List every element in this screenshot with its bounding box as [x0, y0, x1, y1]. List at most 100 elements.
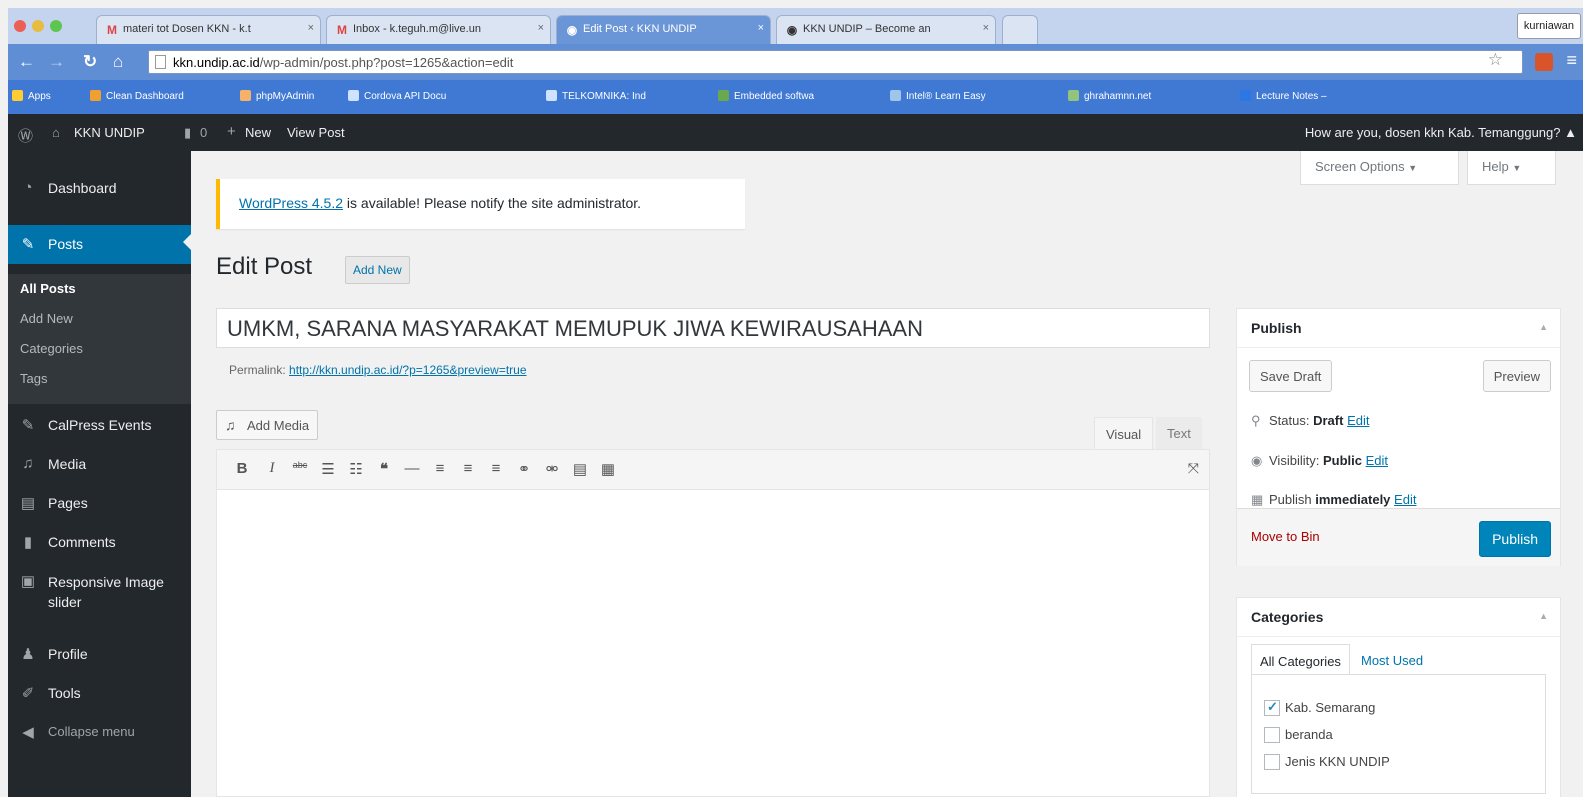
eye-icon: ◉ — [1251, 453, 1263, 468]
bookmark-telkomnika[interactable]: TELKOMNIKA: Ind — [546, 90, 646, 102]
unlink-icon[interactable]: ⚮ — [542, 460, 562, 478]
sidebar-item-comments[interactable]: ▮ Comments — [8, 525, 191, 559]
browser-menu-icon[interactable]: ≡ — [1566, 50, 1577, 71]
close-tab-icon[interactable]: × — [983, 22, 989, 34]
tab-most-used[interactable]: Most Used — [1353, 644, 1431, 676]
italic-icon[interactable]: I — [262, 460, 282, 477]
bookmark-label: Embedded softwa — [734, 91, 815, 102]
sidebar-item-tools[interactable]: ✐ Tools — [8, 676, 191, 710]
bookmark-ghrahamnn[interactable]: ghrahamnn.net — [1068, 90, 1151, 102]
minimize-window-icon[interactable] — [32, 20, 44, 32]
edit-visibility-link[interactable]: Edit — [1366, 453, 1388, 468]
sidebar-item-dashboard[interactable]: ◔ Dashboard — [8, 171, 191, 205]
help-button[interactable]: Help ▼ — [1467, 151, 1556, 185]
sidebar-item-posts[interactable]: ✎ Posts — [8, 225, 191, 264]
bookmark-cordova[interactable]: Cordova API Docu — [348, 90, 446, 102]
submenu-all-posts[interactable]: All Posts — [20, 281, 76, 296]
sidebar-item-label: Comments — [48, 534, 116, 550]
category-item[interactable]: Kab. Semarang — [1264, 699, 1375, 716]
sidebar-item-responsive-image-slider[interactable]: ▣ Responsive Image slider — [8, 564, 191, 614]
collapse-menu-button[interactable]: ◀ Collapse menu — [8, 715, 191, 749]
preview-button[interactable]: Preview — [1482, 360, 1551, 392]
bookmark-intel[interactable]: Intel® Learn Easy — [890, 90, 986, 102]
bookmark-apps[interactable]: Apps — [12, 90, 51, 102]
collapse-toggle-icon[interactable]: ▲ — [1539, 322, 1548, 332]
category-item[interactable]: Jenis KKN UNDIP — [1264, 754, 1390, 770]
post-content-editor[interactable]: B I abc ☰ ☷ ❝ — ≡ ≡ ≡ ⚭ ⚮ ▤ ▦ ⤧ — [216, 449, 1210, 797]
bookmark-clean-dashboard[interactable]: Clean Dashboard — [90, 90, 184, 102]
sidebar-item-profile[interactable]: ♟ Profile — [8, 637, 191, 671]
address-bar[interactable]: kkn.undip.ac.id/wp-admin/post.php?post=1… — [148, 50, 1523, 74]
bookmark-lecture-notes[interactable]: Lecture Notes – — [1240, 90, 1327, 102]
notice-text: is available! Please notify the site adm… — [343, 195, 642, 211]
submenu-add-new[interactable]: Add New — [20, 311, 73, 326]
add-new-button[interactable]: Add New — [345, 256, 410, 284]
browser-tab-materi[interactable]: M materi tot Dosen KKN - k.t × — [96, 15, 321, 44]
extension-icon[interactable] — [1535, 53, 1553, 71]
publish-box-header[interactable]: Publish ▲ — [1237, 309, 1560, 348]
permalink-url[interactable]: http://kkn.undip.ac.id/?p=1265&preview=t… — [289, 363, 527, 377]
publish-button[interactable]: Publish — [1479, 521, 1551, 557]
checkbox[interactable] — [1264, 754, 1280, 770]
tab-all-categories[interactable]: All Categories — [1251, 644, 1350, 676]
close-tab-icon[interactable]: × — [538, 22, 544, 34]
distraction-free-icon[interactable]: ⤧ — [1188, 460, 1199, 477]
strikethrough-icon[interactable]: abc — [290, 460, 310, 470]
browser-tab-edit-post[interactable]: ◉ Edit Post ‹ KKN UNDIP × — [556, 15, 771, 44]
category-item[interactable]: beranda — [1264, 727, 1333, 743]
back-icon[interactable]: ← — [18, 52, 35, 72]
sidebar-item-calpress-events[interactable]: ✎ CalPress Events — [8, 408, 191, 442]
align-center-icon[interactable]: ≡ — [458, 460, 478, 477]
edit-timestamp-link[interactable]: Edit — [1394, 492, 1416, 507]
align-right-icon[interactable]: ≡ — [486, 460, 506, 477]
submenu-tags[interactable]: Tags — [20, 371, 47, 386]
bulleted-list-icon[interactable]: ☰ — [318, 460, 338, 478]
tab-visual[interactable]: Visual — [1094, 417, 1154, 449]
account-menu[interactable]: How are you, dosen kkn Kab. Temanggung? … — [1305, 125, 1577, 140]
tab-text[interactable]: Text — [1156, 417, 1202, 449]
save-draft-button[interactable]: Save Draft — [1249, 360, 1333, 392]
new-content-link[interactable]: New — [245, 125, 271, 140]
close-tab-icon[interactable]: × — [308, 22, 314, 34]
browser-tab-kkn-undip[interactable]: ◉ KKN UNDIP – Become an × — [776, 15, 996, 44]
comments-count[interactable]: 0 — [200, 125, 207, 140]
horizontal-line-icon[interactable]: — — [402, 460, 422, 477]
home-icon[interactable]: ⌂ — [113, 52, 123, 72]
screen-options-button[interactable]: Screen Options ▼ — [1300, 151, 1459, 185]
categories-box-header[interactable]: Categories ▲ — [1237, 598, 1560, 637]
bold-icon[interactable]: B — [232, 460, 252, 477]
site-name-link[interactable]: KKN UNDIP — [74, 125, 145, 140]
wordpress-logo-icon[interactable]: Ⓦ — [18, 125, 33, 146]
view-post-link[interactable]: View Post — [287, 125, 345, 140]
forward-icon[interactable]: → — [48, 52, 65, 72]
reload-icon[interactable]: ↻ — [83, 52, 97, 72]
bookmark-embedded[interactable]: Embedded softwa — [718, 90, 814, 102]
update-link[interactable]: WordPress 4.5.2 — [239, 195, 343, 211]
profile-button[interactable]: kurniawan — [1516, 13, 1581, 39]
comment-icon[interactable]: ▮ — [184, 125, 191, 141]
bookmark-label: Cordova API Docu — [364, 91, 447, 102]
move-to-bin-link[interactable]: Move to Bin — [1251, 529, 1320, 544]
post-title-input[interactable]: UMKM, SARANA MASYARAKAT MEMUPUK JIWA KEW… — [216, 308, 1210, 348]
checkbox[interactable] — [1264, 727, 1280, 743]
bookmark-phpmyadmin[interactable]: phpMyAdmin — [240, 90, 314, 102]
sidebar-item-media[interactable]: ♫ Media — [8, 447, 191, 481]
bookmark-star-icon[interactable]: ☆ — [1488, 50, 1503, 70]
close-tab-icon[interactable]: × — [758, 22, 764, 34]
link-icon[interactable]: ⚭ — [514, 460, 534, 478]
collapse-toggle-icon[interactable]: ▲ — [1539, 611, 1548, 621]
edit-status-link[interactable]: Edit — [1347, 413, 1369, 428]
maximize-window-icon[interactable] — [50, 20, 62, 32]
close-window-icon[interactable] — [14, 20, 26, 32]
blockquote-icon[interactable]: ❝ — [374, 460, 394, 478]
new-tab-button[interactable] — [1002, 15, 1038, 44]
checkbox-checked[interactable] — [1264, 699, 1280, 716]
submenu-categories[interactable]: Categories — [20, 341, 83, 356]
add-media-button[interactable]: ♫ Add Media — [216, 410, 319, 440]
toolbar-toggle-icon[interactable]: ▦ — [598, 460, 618, 478]
sidebar-item-pages[interactable]: ▤ Pages — [8, 486, 191, 520]
browser-tab-inbox[interactable]: M Inbox - k.teguh.m@live.un × — [326, 15, 551, 44]
align-left-icon[interactable]: ≡ — [430, 460, 450, 477]
read-more-icon[interactable]: ▤ — [570, 460, 590, 478]
numbered-list-icon[interactable]: ☷ — [346, 460, 366, 478]
